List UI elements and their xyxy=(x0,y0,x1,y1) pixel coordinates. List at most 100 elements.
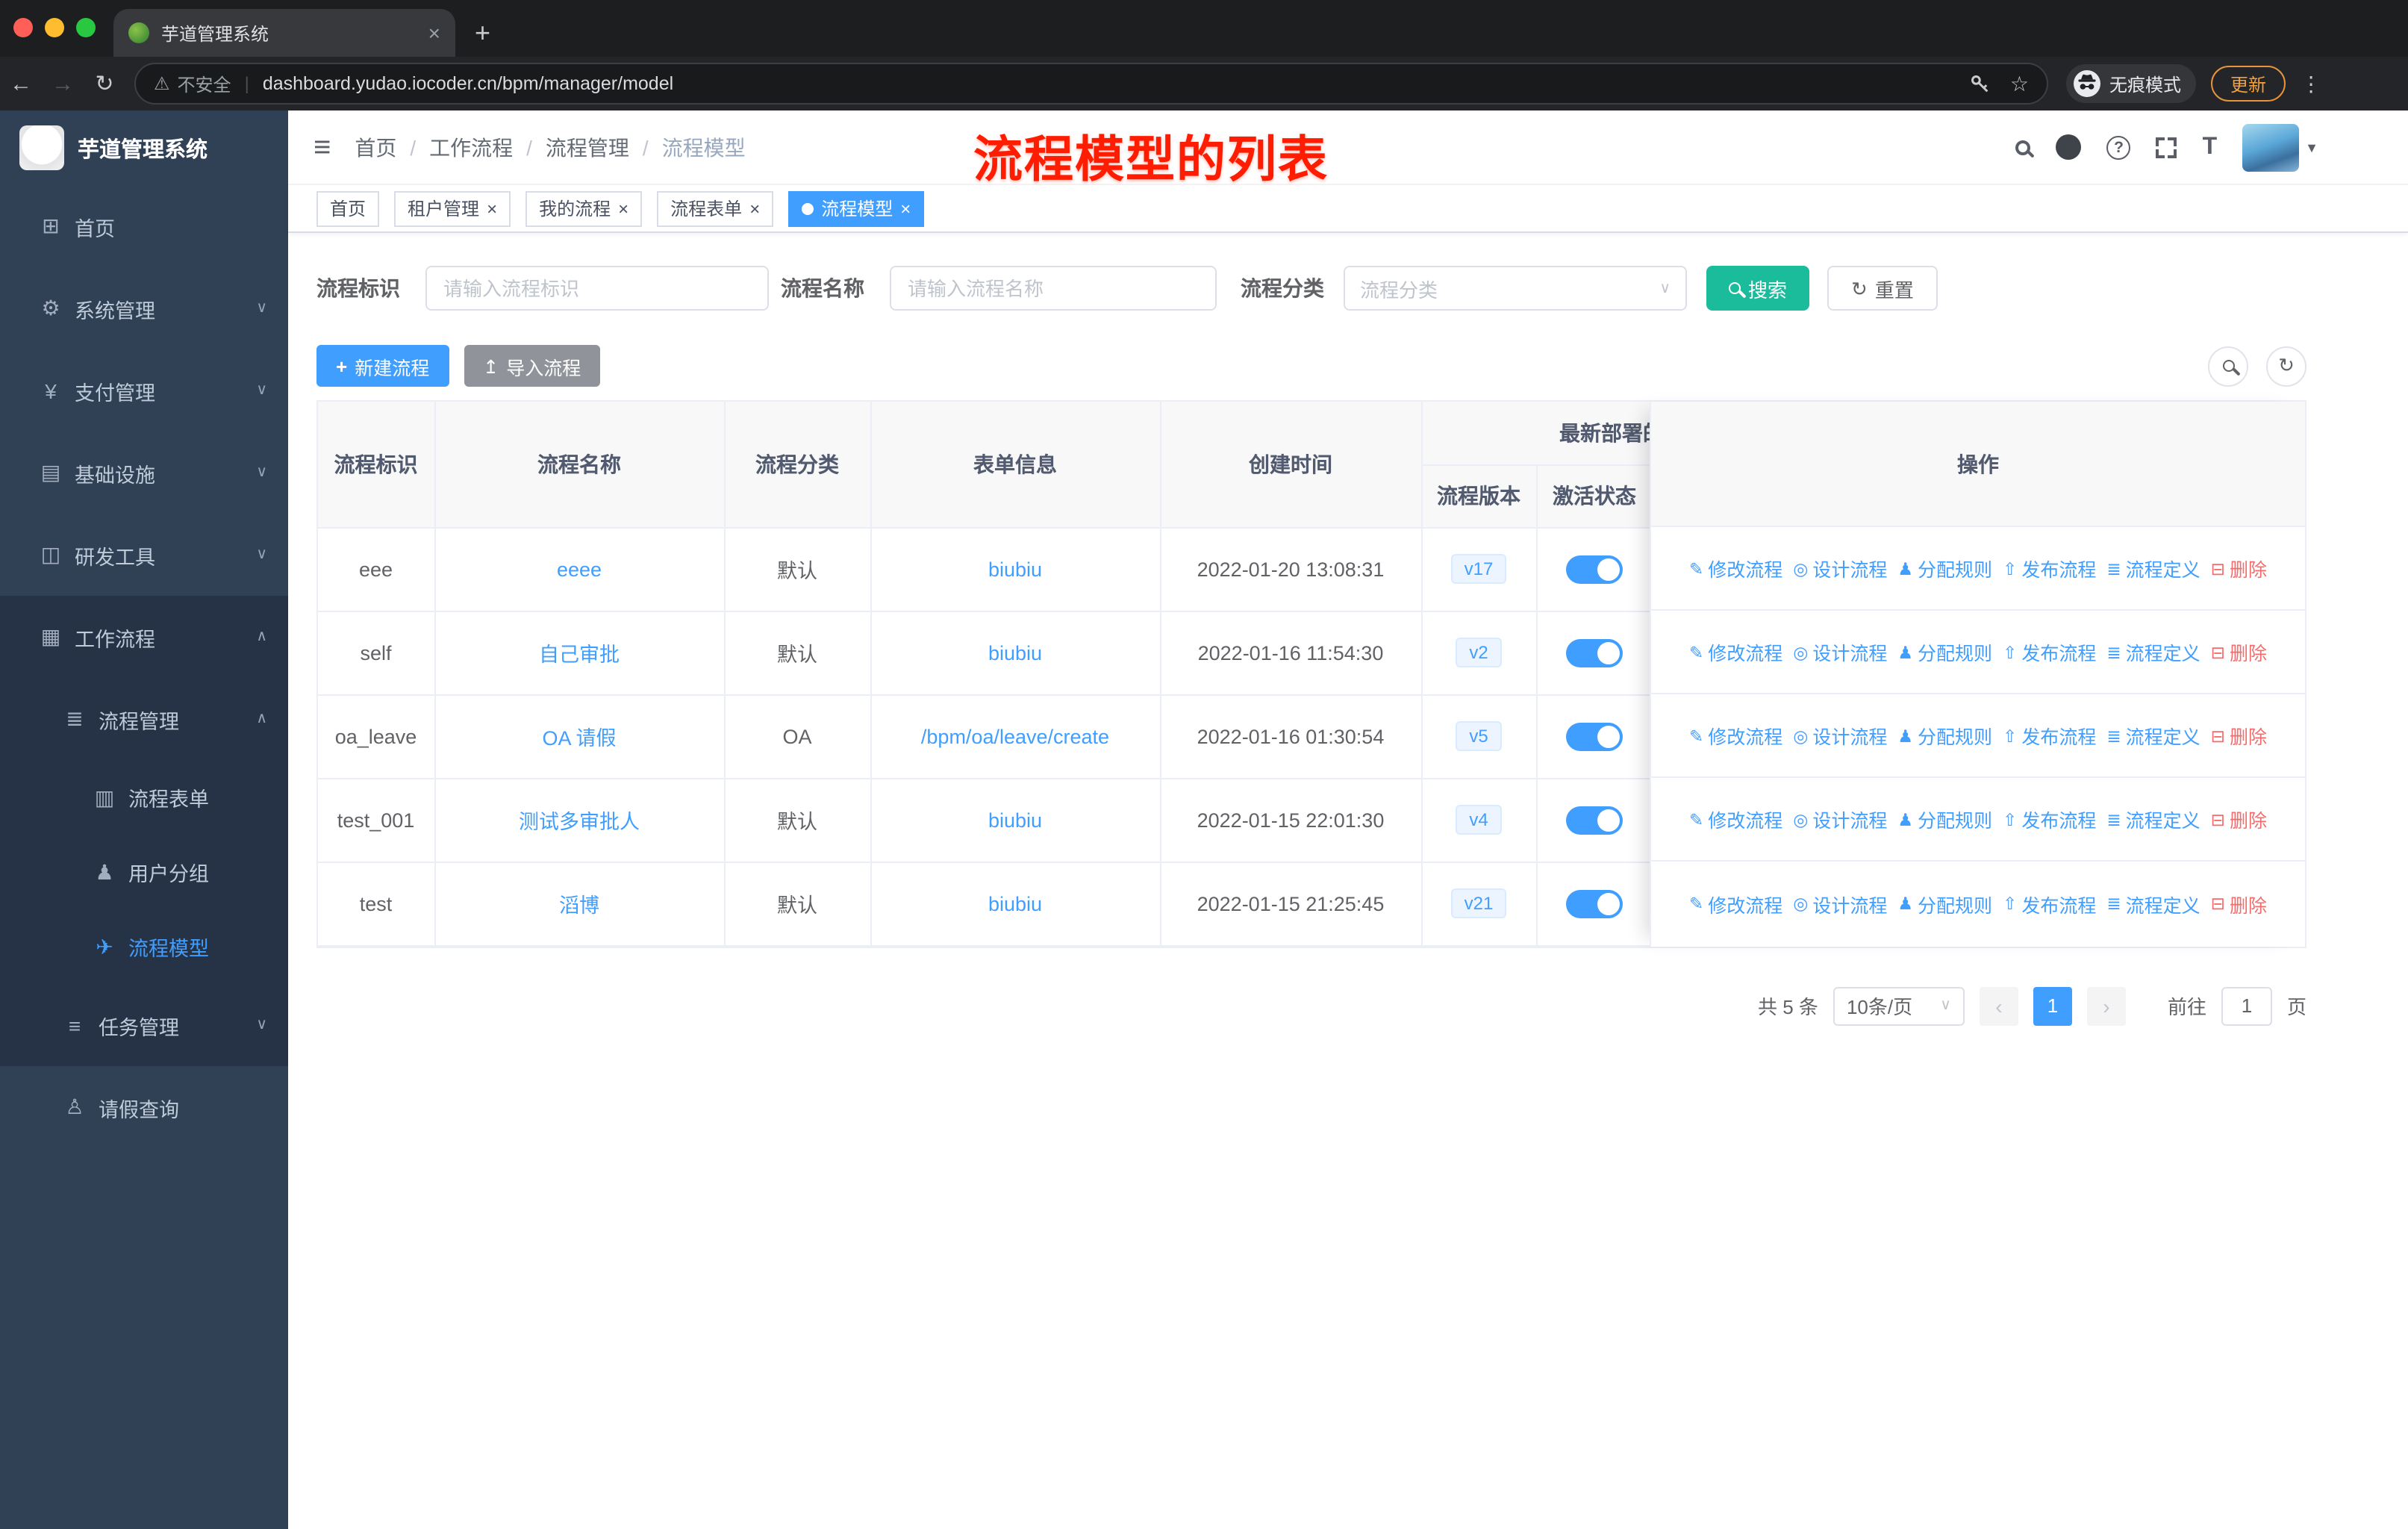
sidebar-collapse-icon[interactable]: ≡ xyxy=(314,132,331,162)
process-name-link[interactable]: eeee xyxy=(557,558,602,580)
active-toggle[interactable] xyxy=(1566,889,1623,918)
next-page-button[interactable]: › xyxy=(2086,986,2126,1025)
browser-menu-icon[interactable]: ⋮ xyxy=(2301,71,2321,96)
form-link[interactable]: biubiu xyxy=(988,558,1042,580)
goto-page-input[interactable] xyxy=(2221,986,2272,1025)
import-process-button[interactable]: ↥ 导入流程 xyxy=(464,345,601,387)
breadcrumb-item[interactable]: 工作流程 xyxy=(429,132,513,162)
process-id-input[interactable] xyxy=(425,266,769,311)
process-name-link[interactable]: 自己审批 xyxy=(539,644,620,666)
form-link[interactable]: biubiu xyxy=(988,892,1042,915)
sidebar-item-process-model[interactable]: ✈ 流程模型 xyxy=(0,909,288,984)
close-icon[interactable]: × xyxy=(749,199,760,217)
address-bar[interactable]: ⚠ 不安全 | dashboard.yudao.iocoder.cn/bpm/m… xyxy=(134,63,2048,105)
sidebar-item-user-group[interactable]: ♟ 用户分组 xyxy=(0,835,288,909)
edit-process-link[interactable]: ✎ 修改流程 xyxy=(1689,638,1782,666)
version-badge[interactable]: v4 xyxy=(1456,805,1502,835)
sidebar-item-payment[interactable]: ¥ 支付管理 ∨ xyxy=(0,349,288,432)
process-definition-link[interactable]: ≣ 流程定义 xyxy=(2106,638,2200,666)
form-link[interactable]: biubiu xyxy=(988,809,1042,831)
publish-process-link[interactable]: ⇧ 发布流程 xyxy=(2003,805,2096,833)
sidebar-item-process-management[interactable]: ≣ 流程管理 ∧ xyxy=(0,678,288,760)
bookmark-star-icon[interactable]: ☆ xyxy=(2010,71,2029,96)
active-toggle[interactable] xyxy=(1566,722,1623,750)
sidebar-item-home[interactable]: ⊞ 首页 xyxy=(0,185,288,267)
tag-process-model-active[interactable]: 流程模型 × xyxy=(788,190,925,226)
fullscreen-icon[interactable] xyxy=(2156,137,2177,158)
page-number-button[interactable]: 1 xyxy=(2033,986,2072,1025)
active-toggle[interactable] xyxy=(1566,555,1623,583)
security-chip[interactable]: ⚠ 不安全 xyxy=(154,71,231,96)
assign-rule-link[interactable]: ♟ 分配规则 xyxy=(1897,638,1992,666)
browser-update-button[interactable]: 更新 xyxy=(2211,66,2286,102)
minimize-window-button[interactable] xyxy=(45,18,64,37)
active-toggle[interactable] xyxy=(1566,806,1623,834)
process-definition-link[interactable]: ≣ 流程定义 xyxy=(2106,889,2200,918)
process-name-link[interactable]: 滔博 xyxy=(559,894,599,917)
browser-tab[interactable]: 芋道管理系统 × xyxy=(113,9,455,57)
category-select[interactable]: 流程分类 ∨ xyxy=(1344,266,1687,311)
design-process-link[interactable]: ◎ 设计流程 xyxy=(1793,805,1887,833)
version-badge[interactable]: v17 xyxy=(1450,554,1507,584)
page-size-select[interactable]: 10条/页 ∨ xyxy=(1832,986,1965,1025)
design-process-link[interactable]: ◎ 设计流程 xyxy=(1793,638,1887,666)
assign-rule-link[interactable]: ♟ 分配规则 xyxy=(1897,805,1992,833)
github-icon[interactable] xyxy=(2056,134,2082,160)
delete-link[interactable]: ⊟ 删除 xyxy=(2211,721,2267,750)
delete-link[interactable]: ⊟ 删除 xyxy=(2211,638,2267,666)
edit-process-link[interactable]: ✎ 修改流程 xyxy=(1689,554,1782,582)
sidebar-item-task-management[interactable]: ≡ 任务管理 ∨ xyxy=(0,984,288,1066)
publish-process-link[interactable]: ⇧ 发布流程 xyxy=(2003,638,2096,666)
assign-rule-link[interactable]: ♟ 分配规则 xyxy=(1897,889,1992,918)
version-badge[interactable]: v2 xyxy=(1456,638,1502,667)
sidebar-item-process-form[interactable]: ▥ 流程表单 xyxy=(0,760,288,835)
version-badge[interactable]: v5 xyxy=(1456,721,1502,751)
toggle-search-button[interactable] xyxy=(2208,346,2248,386)
process-name-link[interactable]: 测试多审批人 xyxy=(519,811,640,833)
process-definition-link[interactable]: ≣ 流程定义 xyxy=(2106,554,2200,582)
sidebar-item-devtools[interactable]: ◫ 研发工具 ∨ xyxy=(0,514,288,596)
assign-rule-link[interactable]: ♟ 分配规则 xyxy=(1897,721,1992,750)
create-process-button[interactable]: + 新建流程 xyxy=(316,345,449,387)
reload-icon[interactable]: ↻ xyxy=(84,70,125,97)
design-process-link[interactable]: ◎ 设计流程 xyxy=(1793,721,1887,750)
sidebar-item-leave-query[interactable]: ♙ 请假查询 xyxy=(0,1066,288,1148)
breadcrumb-item[interactable]: 首页 xyxy=(355,132,396,162)
version-badge[interactable]: v21 xyxy=(1450,888,1507,918)
app-logo[interactable]: 芋道管理系统 xyxy=(0,110,288,185)
publish-process-link[interactable]: ⇧ 发布流程 xyxy=(2003,721,2096,750)
forward-icon[interactable]: → xyxy=(42,71,84,96)
active-toggle[interactable] xyxy=(1566,638,1623,667)
sidebar-item-system[interactable]: ⚙ 系统管理 ∨ xyxy=(0,267,288,349)
edit-process-link[interactable]: ✎ 修改流程 xyxy=(1689,889,1782,918)
design-process-link[interactable]: ◎ 设计流程 xyxy=(1793,889,1887,918)
sidebar-item-infrastructure[interactable]: ▤ 基础设施 ∨ xyxy=(0,432,288,514)
assign-rule-link[interactable]: ♟ 分配规则 xyxy=(1897,554,1992,582)
form-link[interactable]: /bpm/oa/leave/create xyxy=(921,725,1109,747)
design-process-link[interactable]: ◎ 设计流程 xyxy=(1793,554,1887,582)
process-definition-link[interactable]: ≣ 流程定义 xyxy=(2106,805,2200,833)
process-name-input[interactable] xyxy=(890,266,1217,311)
publish-process-link[interactable]: ⇧ 发布流程 xyxy=(2003,889,2096,918)
delete-link[interactable]: ⊟ 删除 xyxy=(2211,554,2267,582)
delete-link[interactable]: ⊟ 删除 xyxy=(2211,889,2267,918)
close-icon[interactable]: × xyxy=(487,199,497,217)
font-size-icon[interactable]: T xyxy=(2203,134,2218,161)
process-definition-link[interactable]: ≣ 流程定义 xyxy=(2106,721,2200,750)
maximize-window-button[interactable] xyxy=(76,18,96,37)
refresh-table-button[interactable]: ↻ xyxy=(2266,346,2306,386)
search-button[interactable]: 搜索 xyxy=(1706,266,1810,311)
prev-page-button[interactable]: ‹ xyxy=(1979,986,2018,1025)
breadcrumb-item[interactable]: 流程管理 xyxy=(546,132,629,162)
form-link[interactable]: biubiu xyxy=(988,641,1042,664)
help-icon[interactable]: ? xyxy=(2106,135,2131,159)
password-key-icon[interactable] xyxy=(1970,72,1992,95)
publish-process-link[interactable]: ⇧ 发布流程 xyxy=(2003,554,2096,582)
back-icon[interactable]: ← xyxy=(0,71,42,96)
user-menu[interactable]: ▼ xyxy=(2242,123,2318,171)
delete-link[interactable]: ⊟ 删除 xyxy=(2211,805,2267,833)
tag-home[interactable]: 首页 xyxy=(316,190,380,226)
tag-my-process[interactable]: 我的流程 × xyxy=(525,190,643,226)
close-icon[interactable]: × xyxy=(900,199,911,217)
edit-process-link[interactable]: ✎ 修改流程 xyxy=(1689,805,1782,833)
